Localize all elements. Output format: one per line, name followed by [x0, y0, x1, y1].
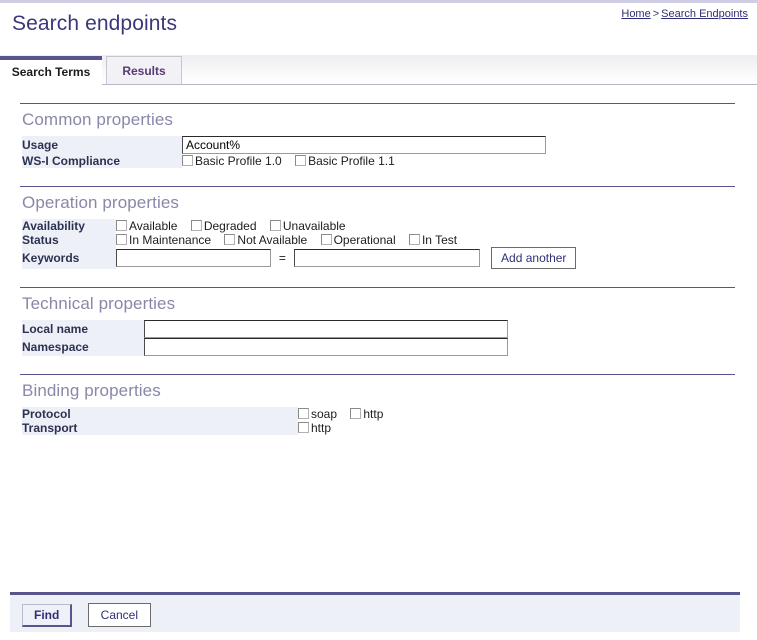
label-status: Status — [22, 233, 116, 247]
row-wsi-compliance: WS-I Compliance Basic Profile 1.0 Basic … — [22, 154, 546, 168]
checkbox-basic-profile-11-wrap[interactable]: Basic Profile 1.1 — [295, 154, 395, 168]
find-button[interactable]: Find — [22, 604, 73, 627]
checkbox-protocol-http-wrap[interactable]: http — [350, 407, 383, 421]
checkbox-not-available-label: Not Available — [237, 233, 308, 247]
checkbox-degraded-wrap[interactable]: Degraded — [190, 219, 257, 233]
checkbox-operational[interactable] — [320, 234, 332, 245]
checkbox-operational-label: Operational — [333, 233, 396, 247]
cell-local-name-input — [144, 320, 508, 338]
form-action-bar: Find Cancel — [10, 592, 740, 632]
checkbox-protocol-soap-label: soap — [311, 407, 338, 421]
label-local-name: Local name — [22, 320, 144, 338]
cancel-button[interactable]: Cancel — [87, 603, 152, 627]
checkbox-basic-profile-10[interactable] — [182, 155, 193, 166]
row-protocol: Protocol soap http — [22, 407, 383, 421]
cell-transport-checkboxes: http — [298, 421, 383, 435]
tab-results-label: Results — [122, 63, 166, 78]
row-availability: Availability Available Degraded Unavaila… — [22, 219, 576, 233]
label-namespace: Namespace — [22, 338, 144, 356]
label-transport: Transport — [22, 421, 298, 435]
checkbox-basic-profile-10-label: Basic Profile 1.0 — [195, 154, 282, 168]
checkbox-degraded[interactable] — [190, 220, 202, 231]
add-another-button[interactable]: Add another — [491, 247, 577, 269]
checkbox-available[interactable] — [116, 220, 127, 231]
keyword-equals-sign: = — [278, 251, 286, 265]
section-technical-properties: Technical properties Local name Namespac… — [0, 287, 757, 356]
cell-availability-checkboxes: Available Degraded Unavailable — [116, 219, 576, 233]
checkbox-in-test-wrap[interactable]: In Test — [408, 233, 458, 247]
row-keywords: Keywords = Add another — [22, 247, 577, 269]
namespace-input[interactable] — [144, 338, 508, 356]
checkbox-in-test[interactable] — [408, 234, 420, 245]
operation-properties-table: Availability Available Degraded Unavaila… — [22, 219, 577, 269]
section-binding-properties: Binding properties Protocol soap http Tr… — [0, 374, 757, 435]
checkbox-transport-http-wrap[interactable]: http — [298, 421, 331, 435]
common-properties-table: Usage WS-I Compliance Basic Profile 1.0 … — [22, 136, 546, 168]
section-binding-title: Binding properties — [22, 381, 161, 400]
section-common-properties: Common properties Usage WS-I Compliance … — [0, 103, 757, 168]
tab-results[interactable]: Results — [106, 56, 182, 85]
row-usage: Usage — [22, 136, 546, 154]
checkbox-in-maintenance-wrap[interactable]: In Maintenance — [116, 233, 211, 247]
section-operation-properties: Operation properties Availability Availa… — [0, 186, 757, 269]
checkbox-in-maintenance[interactable] — [116, 234, 127, 245]
checkbox-protocol-soap[interactable] — [298, 408, 309, 419]
keyword-name-input[interactable] — [116, 249, 271, 267]
breadcrumb-link-current[interactable]: Search Endpoints — [661, 8, 748, 20]
usage-input[interactable] — [182, 136, 546, 154]
tab-search-terms[interactable]: Search Terms — [0, 56, 102, 85]
row-transport: Transport http — [22, 421, 383, 435]
cell-protocol-checkboxes: soap http — [298, 407, 383, 421]
breadcrumb-link-home[interactable]: Home — [621, 8, 650, 20]
checkbox-unavailable[interactable] — [269, 220, 281, 231]
label-keywords: Keywords — [22, 247, 116, 269]
checkbox-operational-wrap[interactable]: Operational — [320, 233, 396, 247]
checkbox-basic-profile-10-wrap[interactable]: Basic Profile 1.0 — [182, 154, 282, 168]
section-common-title: Common properties — [22, 110, 173, 129]
section-operation-title: Operation properties — [22, 193, 179, 212]
page-header: Search endpoints Home > Search Endpoints — [0, 3, 757, 55]
row-namespace: Namespace — [22, 338, 508, 356]
cell-status-checkboxes: In Maintenance Not Available Operational… — [116, 233, 576, 247]
label-protocol: Protocol — [22, 407, 298, 421]
checkbox-in-maintenance-label: In Maintenance — [129, 233, 212, 247]
checkbox-not-available-wrap[interactable]: Not Available — [224, 233, 307, 247]
section-technical-title: Technical properties — [22, 294, 176, 313]
form-action-bar-inner: Find Cancel — [10, 595, 740, 627]
keyword-value-input[interactable] — [293, 249, 480, 267]
cell-keywords: = Add another — [116, 247, 577, 269]
checkbox-basic-profile-11-label: Basic Profile 1.1 — [308, 154, 395, 168]
local-name-input[interactable] — [144, 320, 508, 338]
checkbox-transport-http[interactable] — [298, 422, 309, 433]
cell-wsi-checkboxes: Basic Profile 1.0 Basic Profile 1.1 — [182, 154, 546, 168]
checkbox-protocol-http-label: http — [363, 407, 384, 421]
checkbox-degraded-label: Degraded — [203, 219, 257, 233]
checkbox-available-wrap[interactable]: Available — [116, 219, 177, 233]
binding-properties-table: Protocol soap http Transport http — [22, 407, 383, 435]
checkbox-protocol-soap-wrap[interactable]: soap — [298, 407, 337, 421]
tab-bar: Search Terms Results — [0, 55, 757, 85]
label-wsi-compliance: WS-I Compliance — [22, 154, 182, 168]
breadcrumb: Home > Search Endpoints — [621, 8, 748, 20]
checkbox-basic-profile-11[interactable] — [295, 155, 307, 166]
breadcrumb-separator: > — [652, 8, 660, 20]
label-usage: Usage — [22, 136, 182, 154]
checkbox-unavailable-label: Unavailable — [282, 219, 346, 233]
page-title: Search endpoints — [12, 12, 178, 35]
tab-search-terms-label: Search Terms — [11, 65, 91, 79]
checkbox-in-test-label: In Test — [421, 233, 458, 247]
checkbox-not-available[interactable] — [224, 234, 236, 245]
cell-usage-input — [182, 136, 546, 154]
checkbox-transport-http-label: http — [311, 421, 332, 435]
checkbox-protocol-http[interactable] — [350, 408, 362, 419]
label-availability: Availability — [22, 219, 116, 233]
row-local-name: Local name — [22, 320, 508, 338]
search-form: Common properties Usage WS-I Compliance … — [0, 103, 757, 435]
checkbox-unavailable-wrap[interactable]: Unavailable — [269, 219, 346, 233]
row-status: Status In Maintenance Not Available Oper… — [22, 233, 576, 247]
cell-namespace-input — [144, 338, 508, 356]
technical-properties-table: Local name Namespace — [22, 320, 508, 356]
checkbox-available-label: Available — [129, 219, 178, 233]
